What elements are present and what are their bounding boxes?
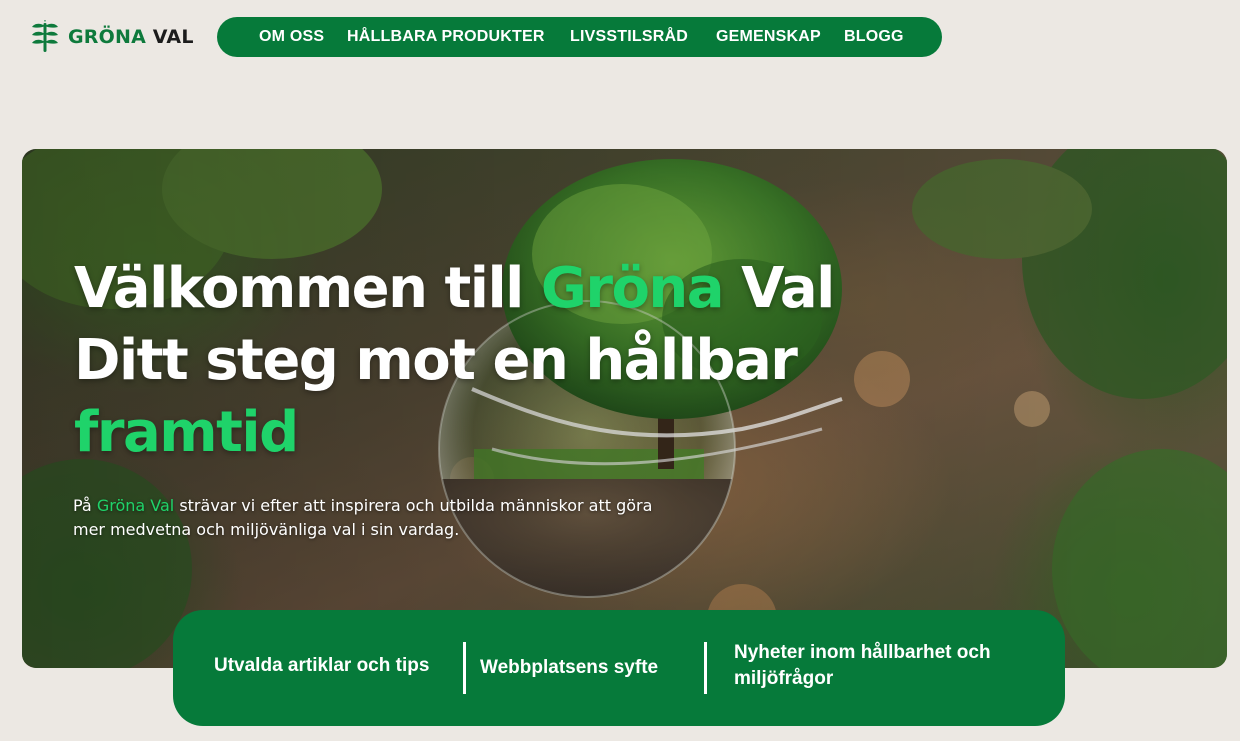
hero-title: Välkommen till Gröna Val Ditt steg mot e… bbox=[74, 253, 835, 469]
brand-logo[interactable]: GRÖNA VAL bbox=[30, 20, 194, 54]
feature-bar: Utvalda artiklar och tips Webbplatsens s… bbox=[173, 610, 1065, 726]
brand-name: GRÖNA VAL bbox=[68, 26, 194, 48]
main-nav: OM OSS HÅLLBARA PRODUKTER LIVSSTILSRÅD G… bbox=[217, 17, 942, 57]
hero-subtitle: På Gröna Val strävar vi efter att inspir… bbox=[73, 494, 653, 542]
feature-site-purpose[interactable]: Webbplatsens syfte bbox=[480, 655, 658, 681]
feature-featured-articles[interactable]: Utvalda artiklar och tips bbox=[214, 653, 429, 679]
nav-item-blogg[interactable]: BLOGG bbox=[844, 17, 904, 57]
hero-title-part2: Val bbox=[723, 256, 835, 321]
brand-name-dark: VAL bbox=[145, 26, 194, 48]
nav-item-om-oss[interactable]: OM OSS bbox=[259, 17, 324, 57]
feature-divider bbox=[463, 642, 466, 694]
page: GRÖNA VAL OM OSS HÅLLBARA PRODUKTER LIVS… bbox=[0, 0, 1240, 741]
hero-title-accent1: Gröna bbox=[540, 256, 725, 321]
hero-title-line2: Ditt steg mot en hållbar bbox=[74, 328, 798, 393]
nav-item-livsstilsrad[interactable]: LIVSSTILSRÅD bbox=[570, 17, 688, 57]
hero-section: Välkommen till Gröna Val Ditt steg mot e… bbox=[22, 149, 1227, 668]
hero-title-accent2: framtid bbox=[74, 400, 299, 465]
feature-divider bbox=[704, 642, 707, 694]
feature-sustainability-news[interactable]: Nyheter inom hållbarhet och miljöfrågor bbox=[734, 640, 994, 692]
nav-item-gemenskap[interactable]: GEMENSKAP bbox=[716, 17, 821, 57]
brand-name-green: GRÖNA bbox=[68, 26, 146, 48]
hero-subtitle-part1: På bbox=[73, 496, 97, 515]
hero-subtitle-accent: Gröna Val bbox=[96, 496, 175, 515]
leaf-sprout-icon bbox=[32, 20, 58, 52]
hero-title-part1: Välkommen till bbox=[74, 256, 541, 321]
nav-item-hallbara-produkter[interactable]: HÅLLBARA PRODUKTER bbox=[347, 17, 545, 57]
